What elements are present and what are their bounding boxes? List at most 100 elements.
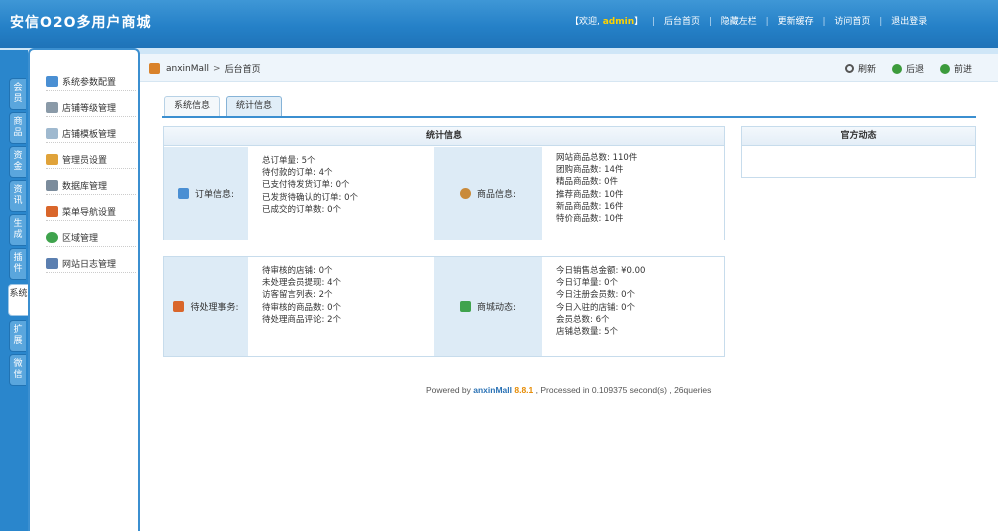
dynamics-values: 今日销售总金额: ¥0.00 今日订单量: 0个 今日注册会员数: 0个 今日入… <box>542 257 724 356</box>
orders-values: 总订单量: 5个 待付款的订单: 4个 已支付待发货订单: 0个 已发货待确认的… <box>248 147 434 240</box>
orders-line: 总订单量: 5个 <box>262 156 316 166</box>
dynamics-line: 今日注册会员数: 0个 <box>556 290 635 301</box>
breadcrumb-page: 后台首页 <box>224 65 261 75</box>
dynamics-label: 商城动态: <box>476 303 517 313</box>
dynamics-line: 今日销售总金额: ¥0.00 <box>556 266 646 276</box>
welcome-username: admin <box>602 17 635 27</box>
sidebar-item-label: 网站日志管理 <box>62 260 117 270</box>
vtab-member[interactable]: 会员 <box>9 78 26 110</box>
clock-icon <box>459 188 471 199</box>
pending-line: 待审核的商品数: 0个 <box>262 302 341 313</box>
vtab-extend[interactable]: 扩展 <box>9 320 26 352</box>
sidebar-item-label: 数据库管理 <box>62 182 108 192</box>
orders-label-cell: 订单信息: <box>164 147 248 240</box>
breadcrumb-site[interactable]: anxinMall <box>166 64 209 74</box>
house-icon <box>173 301 185 312</box>
dynamics-line: 今日订单量: 0个 <box>556 278 618 289</box>
folder-icon <box>46 128 58 139</box>
home-icon <box>149 63 160 74</box>
orders-line: 已发货待确认的订单: 0个 <box>262 192 358 203</box>
database-icon <box>46 180 58 191</box>
back-button[interactable]: 后退 <box>891 62 924 75</box>
dynamics-line: 店铺总数量: 5个 <box>556 327 618 338</box>
app-logo: 安信O2O多用户商城 <box>10 15 152 31</box>
vertical-tabs: 会员 商品 资金 资讯 生成 插件 系统 扩展 微信 <box>0 50 28 531</box>
goods-line: 精品商品数: 0件 <box>556 177 618 188</box>
vtab-plugin[interactable]: 插件 <box>9 248 26 280</box>
nav-separator: | <box>765 17 769 27</box>
store-icon <box>46 102 58 113</box>
sidebar-item-region[interactable]: 区域管理 <box>46 229 136 247</box>
vtab-system[interactable]: 系统 <box>8 284 28 316</box>
sidebar-item-database[interactable]: 数据库管理 <box>46 177 136 195</box>
dynamics-line: 会员总数: 6个 <box>556 314 610 325</box>
sidebar-item-admin-settings[interactable]: 管理员设置 <box>46 151 136 169</box>
vtab-generate[interactable]: 生成 <box>9 214 26 246</box>
goods-label-cell: 商品信息: <box>434 147 542 240</box>
refresh-label: 刷新 <box>857 65 876 75</box>
chart-icon <box>459 301 471 312</box>
monitor-icon <box>46 76 58 87</box>
nav-separator: | <box>652 17 656 27</box>
info-tabs: 系统信息 统计信息 <box>164 96 288 116</box>
vtab-goods[interactable]: 商品 <box>9 112 26 144</box>
orders-label: 订单信息: <box>194 190 235 200</box>
nav-update-cache-link[interactable]: 更新缓存 <box>778 17 814 27</box>
dynamics-line: 今日入驻的店铺: 0个 <box>556 302 635 313</box>
footer-brand[interactable]: anxinMall <box>473 385 512 395</box>
sidebar-item-label: 管理员设置 <box>62 156 108 166</box>
back-arrow-icon <box>891 63 902 74</box>
nav-separator: | <box>708 17 712 27</box>
orders-line: 已支付待发货订单: 0个 <box>262 180 350 191</box>
sidebar-item-store-level[interactable]: 店铺等级管理 <box>46 99 136 117</box>
pending-line: 待审核的店铺: 0个 <box>262 266 333 276</box>
goods-line: 团购商品数: 14件 <box>556 165 624 176</box>
dynamics-label-cell: 商城动态: <box>434 257 542 356</box>
stats-panel: 统计信息 订单信息: 总订单量: 5个 待付款的订单: 4个 已支付待发货订单:… <box>163 126 725 240</box>
goods-line: 推荐商品数: 10件 <box>556 189 624 200</box>
nav-separator: | <box>879 17 883 27</box>
goods-label: 商品信息: <box>476 190 517 200</box>
tab-statistics[interactable]: 统计信息 <box>226 96 283 116</box>
goods-values: 网站商品总数: 110件 团购商品数: 14件 精品商品数: 0件 推荐商品数:… <box>542 147 724 240</box>
vtab-news[interactable]: 资讯 <box>9 180 26 212</box>
pending-values: 待审核的店铺: 0个 未处理会员提现: 4个 访客留言列表: 2个 待审核的商品… <box>248 257 434 356</box>
stats-panel-title: 统计信息 <box>164 127 724 146</box>
pen-icon <box>46 258 58 269</box>
pending-line: 访客留言列表: 2个 <box>262 290 333 301</box>
sidebar-item-system-config[interactable]: 系统参数配置 <box>46 73 136 91</box>
footer-suffix: , Processed in 0.109375 second(s) , 26qu… <box>535 385 712 395</box>
sidebar-item-site-log[interactable]: 网站日志管理 <box>46 255 136 273</box>
footer: Powered by anxinMall 8.8.1 , Processed i… <box>426 385 711 395</box>
globe-icon <box>46 232 58 243</box>
pending-label: 待处理事务: <box>190 303 239 313</box>
goods-line: 特价商品数: 10件 <box>556 214 624 225</box>
refresh-button[interactable]: 刷新 <box>844 62 876 75</box>
forward-arrow-icon <box>939 63 950 74</box>
pending-line: 待处理商品评论: 2个 <box>262 314 341 325</box>
sidebar-item-label: 区域管理 <box>62 234 99 244</box>
nav-hide-sidebar-link[interactable]: 隐藏左栏 <box>721 17 757 27</box>
refresh-icon <box>844 64 854 73</box>
tab-system-info[interactable]: 系统信息 <box>164 96 221 116</box>
sidebar-item-label: 菜单导航设置 <box>62 208 117 218</box>
sidebar-item-label: 店铺等级管理 <box>62 104 117 114</box>
forward-button[interactable]: 前进 <box>939 62 972 75</box>
nav-visit-home-link[interactable]: 访问首页 <box>834 17 870 27</box>
sidebar-item-store-template[interactable]: 店铺模板管理 <box>46 125 136 143</box>
top-nav: 【欢迎, admin】 | 后台首页 | 隐藏左栏 | 更新缓存 | 访问首页 … <box>570 14 927 27</box>
nav-admin-home-link[interactable]: 后台首页 <box>664 17 700 27</box>
nav-logout-link[interactable]: 退出登录 <box>891 17 927 27</box>
computer-icon <box>177 188 189 199</box>
forward-label: 前进 <box>953 65 972 75</box>
page-actions: 刷新 后退 前进 <box>829 62 972 75</box>
footer-version: 8.8.1 <box>514 385 534 395</box>
welcome-prefix: 【欢迎, <box>570 17 603 27</box>
vtab-finance[interactable]: 资金 <box>9 146 26 178</box>
sidebar-item-label: 店铺模板管理 <box>62 130 117 140</box>
vtab-wechat[interactable]: 微信 <box>9 354 26 386</box>
orders-line: 已成交的订单数: 0个 <box>262 204 341 215</box>
official-news-panel: 官方动态 <box>741 126 976 178</box>
chevron-right-icon: > <box>213 63 221 74</box>
sidebar-item-menu-nav[interactable]: 菜单导航设置 <box>46 203 136 221</box>
